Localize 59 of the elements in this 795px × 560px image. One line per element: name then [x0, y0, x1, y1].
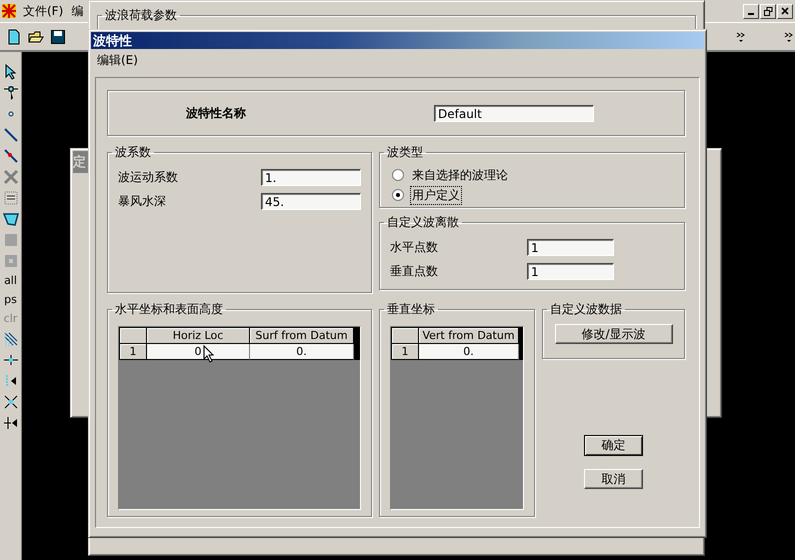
close-button[interactable]: [777, 4, 793, 18]
group-title: 自定义波离散: [386, 214, 460, 231]
field-label: 波特性名称: [186, 104, 246, 122]
minimize-button[interactable]: [743, 4, 759, 18]
group-title: 水平坐标和表面高度: [114, 301, 224, 318]
input-field[interactable]: 1.: [261, 168, 361, 186]
group-title: 波类型: [386, 144, 424, 161]
mouse-pointer-icon: [203, 345, 215, 363]
menu-item[interactable]: 文件(F): [21, 2, 66, 20]
field-label: 垂直点数: [390, 262, 438, 280]
open-folder-icon[interactable]: [28, 28, 44, 44]
menu-item[interactable]: 编: [69, 2, 86, 20]
radio-button[interactable]: [392, 189, 404, 201]
chevron-icon[interactable]: [735, 30, 747, 44]
list-icon[interactable]: [2, 190, 18, 206]
field-label: 波运动系数: [118, 168, 178, 186]
field-label: 暴风水深: [118, 192, 166, 210]
menu-item[interactable]: 编辑(E): [95, 52, 140, 68]
table-cell[interactable]: 0.: [419, 344, 519, 360]
column-header[interactable]: Vert from Datum: [419, 328, 519, 344]
group-title: 垂直坐标: [386, 301, 436, 318]
selection-tool[interactable]: ps: [4, 293, 17, 307]
close-icon: [781, 7, 789, 15]
radio-label[interactable]: 来自选择的波理论: [411, 166, 509, 184]
chevron-icon[interactable]: [783, 30, 795, 44]
line-icon[interactable]: [2, 148, 18, 164]
group-title: 波系数: [114, 144, 152, 161]
hatch-icon[interactable]: [2, 331, 18, 347]
radio-label[interactable]: 用户定义: [411, 186, 461, 204]
group-title: 波浪荷载参数: [104, 7, 178, 24]
save-icon[interactable]: [50, 28, 66, 44]
column-header[interactable]: Surf from Datum: [250, 328, 354, 344]
dialog-title: 波特性: [91, 32, 704, 49]
restore-icon: [764, 6, 772, 16]
radio-button[interactable]: [392, 169, 404, 181]
row-header[interactable]: 1: [392, 344, 419, 360]
select-arrow-icon[interactable]: [2, 64, 18, 80]
input-field[interactable]: 1: [527, 238, 614, 256]
input-field[interactable]: 1: [527, 262, 614, 280]
dialog-title: 定: [73, 151, 89, 173]
dialog-button[interactable]: 确定: [584, 435, 643, 456]
plate-icon[interactable]: [2, 211, 18, 227]
row-header[interactable]: 1: [120, 344, 147, 360]
edit-wave-button[interactable]: 修改/显示波: [554, 324, 672, 344]
line-icon[interactable]: [2, 127, 18, 143]
table-cell[interactable]: 0.: [250, 344, 354, 360]
cross-icon[interactable]: [2, 394, 18, 410]
group-title: 自定义波数据: [549, 301, 623, 318]
column-header[interactable]: Horiz Loc: [147, 328, 250, 344]
input-field[interactable]: 45.: [261, 192, 361, 210]
selection-tool[interactable]: all: [4, 274, 17, 288]
table-cell[interactable]: 0: [147, 344, 250, 360]
app-logo-icon[interactable]: [1, 3, 17, 19]
input-field[interactable]: Default: [434, 104, 594, 122]
restore-button[interactable]: [760, 4, 776, 18]
node-pick-icon[interactable]: [2, 85, 18, 101]
field-label: 水平点数: [390, 238, 438, 256]
new-file-icon[interactable]: [6, 28, 22, 44]
dialog-button[interactable]: 取消: [584, 469, 643, 489]
